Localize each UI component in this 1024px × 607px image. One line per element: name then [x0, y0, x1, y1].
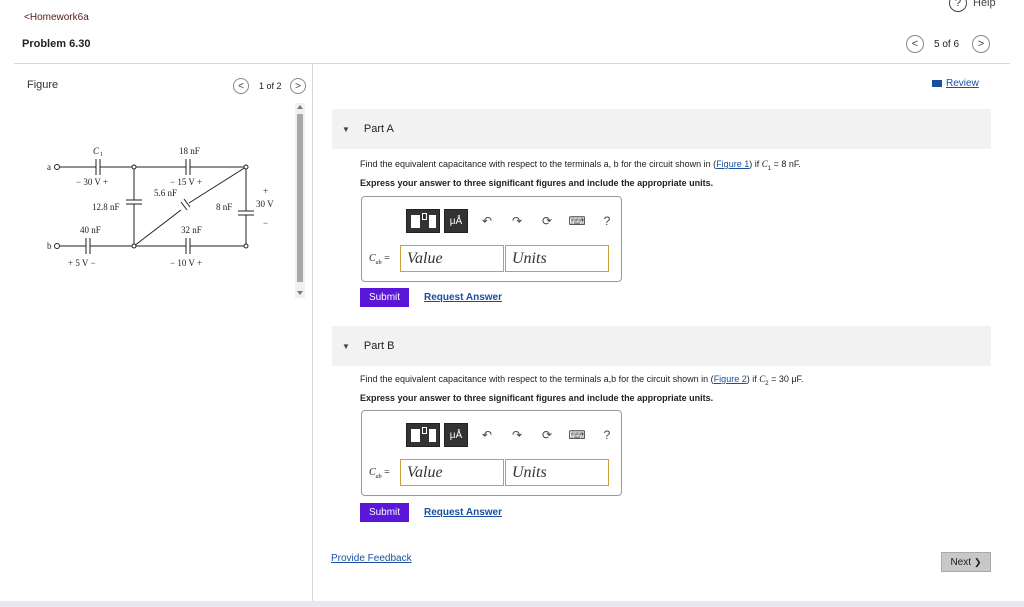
chevron-right-icon: >: [295, 80, 301, 92]
figure-pager: 1 of 2: [259, 81, 282, 91]
c8-label: 8 nF: [216, 202, 232, 212]
next-figure-button[interactable]: >: [290, 78, 306, 94]
problem-pager: 5 of 6: [934, 39, 960, 50]
template-icon[interactable]: [406, 423, 440, 447]
toolbar-help-icon[interactable]: ?: [596, 214, 618, 228]
help-button[interactable]: ? Help: [949, 0, 996, 12]
part-a-question-text: Find the equivalent capacitance with res…: [360, 159, 717, 169]
plus-label: +: [263, 186, 268, 196]
part-a-cond-val: = 8 nF.: [771, 159, 801, 169]
chevron-right-icon: ❯: [974, 556, 982, 567]
provide-feedback-link[interactable]: Provide Feedback: [331, 553, 412, 564]
help-label: Help: [973, 0, 996, 9]
part-b-cond-val: = 30 μF.: [768, 374, 804, 384]
value-input[interactable]: Value: [400, 459, 504, 486]
circuit-diagram: a b C 1 18 nF − 30 V + − 15 V + 5.6 nF 1…: [47, 146, 274, 268]
c1-label: C: [93, 146, 100, 156]
v5-label: + 5 V −: [68, 258, 96, 268]
units-icon[interactable]: μÅ: [444, 423, 468, 447]
reset-icon[interactable]: ⟳: [536, 214, 558, 228]
terminal-b-label: b: [47, 241, 52, 251]
header-divider: [14, 63, 1010, 64]
next-label: Next: [950, 556, 971, 568]
undo-icon[interactable]: ↶: [476, 214, 498, 228]
next-button[interactable]: Next ❯: [941, 552, 991, 572]
keyboard-icon[interactable]: ⌨: [566, 214, 588, 228]
part-a-header[interactable]: ▼ Part A: [332, 109, 991, 149]
chevron-left-icon: <: [238, 80, 244, 92]
part-a-question-post: ) if: [749, 159, 762, 169]
figure-1-link[interactable]: Figure 1: [716, 159, 749, 169]
figure-heading: Figure: [27, 79, 59, 91]
part-b-header[interactable]: ▼ Part B: [332, 326, 991, 366]
part-b-submit-button[interactable]: Submit: [360, 503, 409, 522]
next-problem-button[interactable]: >: [972, 35, 990, 53]
figure-2-link[interactable]: Figure 2: [714, 374, 747, 384]
part-a-instruction: Express your answer to three significant…: [360, 178, 714, 188]
back-link-label: Homework6a: [29, 12, 89, 23]
review-label: Review: [946, 78, 979, 89]
cab-label: Cab =: [369, 467, 390, 480]
part-b-question: Find the equivalent capacitance with res…: [360, 374, 804, 387]
figure-scrollbar[interactable]: [295, 103, 305, 298]
v15-label: − 15 V +: [170, 177, 202, 187]
c40-label: 40 nF: [80, 225, 101, 235]
redo-icon[interactable]: ↷: [506, 428, 528, 442]
units-icon[interactable]: μÅ: [444, 209, 468, 233]
part-b-request-answer-link[interactable]: Request Answer: [424, 507, 502, 518]
v10-label: − 10 V +: [170, 258, 202, 268]
part-b-question-text: Find the equivalent capacitance with res…: [360, 374, 714, 384]
cab-label: Cab =: [369, 253, 390, 266]
bottom-bar: [0, 601, 1024, 607]
part-a-title: Part A: [363, 123, 394, 135]
part-a-question: Find the equivalent capacitance with res…: [360, 159, 801, 172]
c128-label: 12.8 nF: [92, 202, 120, 212]
c1-sub-label: 1: [100, 152, 103, 158]
redo-icon[interactable]: ↷: [506, 214, 528, 228]
template-icon[interactable]: [406, 209, 440, 233]
terminal-a-label: a: [47, 162, 51, 172]
part-b-instruction: Express your answer to three significant…: [360, 393, 714, 403]
c18-label: 18 nF: [179, 146, 200, 156]
part-a-answer-box: μÅ ↶ ↷ ⟳ ⌨ ? Cab = Value Units: [361, 196, 622, 282]
book-icon: [932, 80, 942, 87]
units-input[interactable]: Units: [505, 245, 609, 272]
math-toolbar: μÅ ↶ ↷ ⟳ ⌨ ?: [406, 209, 618, 233]
collapse-icon: ▼: [342, 341, 350, 351]
part-a-request-answer-link[interactable]: Request Answer: [424, 292, 502, 303]
part-b-question-post: ) if: [746, 374, 760, 384]
chevron-right-icon: >: [977, 38, 985, 50]
v30b-label: 30 V: [256, 199, 274, 209]
toolbar-help-icon[interactable]: ?: [596, 428, 618, 442]
undo-icon[interactable]: ↶: [476, 428, 498, 442]
chevron-left-icon: <: [911, 38, 919, 50]
back-link[interactable]: <Homework6a: [24, 12, 89, 23]
keyboard-icon[interactable]: ⌨: [566, 428, 588, 442]
reset-icon[interactable]: ⟳: [536, 428, 558, 442]
scrollbar-down-icon: [297, 291, 303, 295]
value-input[interactable]: Value: [400, 245, 504, 272]
review-link[interactable]: Review: [932, 78, 979, 89]
part-b-answer-box: μÅ ↶ ↷ ⟳ ⌨ ? Cab = Value Units: [361, 410, 622, 496]
prev-problem-button[interactable]: <: [906, 35, 924, 53]
c56-label: 5.6 nF: [154, 188, 177, 198]
v30a-label: − 30 V +: [76, 177, 108, 187]
problem-title: Problem 6.30: [22, 38, 91, 50]
collapse-icon: ▼: [342, 124, 350, 134]
minus-label: −: [263, 218, 268, 228]
math-toolbar: μÅ ↶ ↷ ⟳ ⌨ ?: [406, 423, 618, 447]
panel-divider: [312, 64, 313, 602]
part-a-submit-button[interactable]: Submit: [360, 288, 409, 307]
prev-figure-button[interactable]: <: [233, 78, 249, 94]
part-b-title: Part B: [363, 340, 395, 352]
scrollbar-thumb[interactable]: [297, 114, 303, 282]
c32-label: 32 nF: [181, 225, 202, 235]
help-icon: ?: [949, 0, 967, 12]
units-input[interactable]: Units: [505, 459, 609, 486]
scrollbar-up-icon: [297, 105, 303, 109]
